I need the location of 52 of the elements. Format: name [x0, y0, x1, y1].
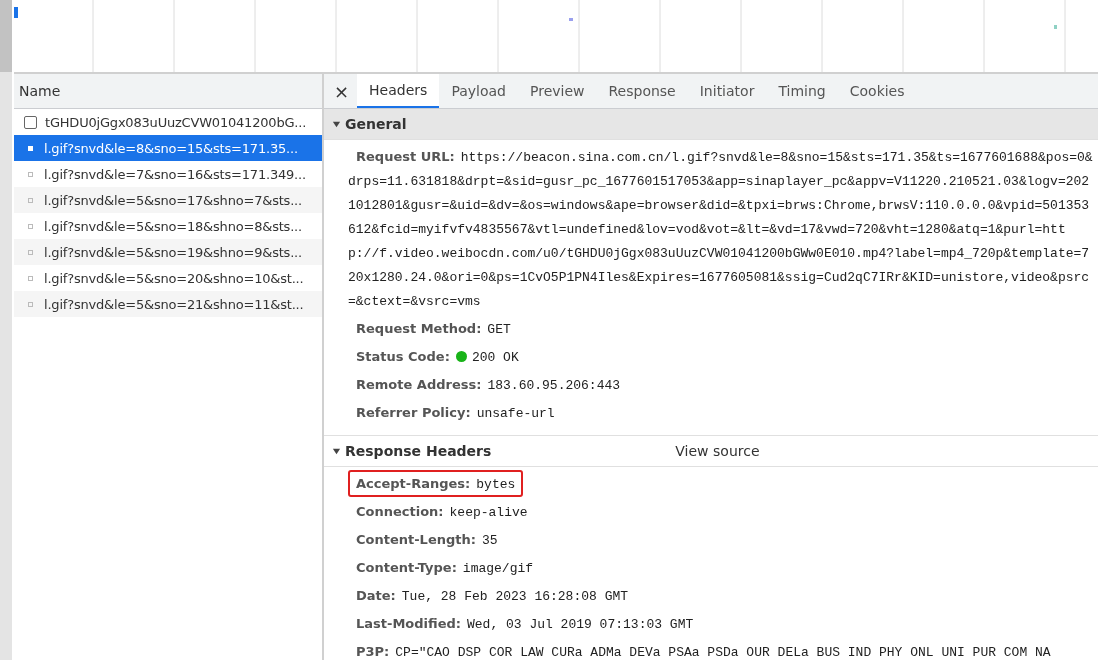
header-field: Accept-Ranges: bytes [348, 470, 524, 497]
header-field: Referrer Policy: unsafe-url [348, 399, 563, 426]
header-field: Request Method: GET [348, 315, 519, 342]
request-name: l.gif?snvd&le=5&sno=20&shno=10&st... [44, 270, 304, 286]
image-icon [28, 171, 33, 177]
image-icon [28, 223, 33, 229]
request-row[interactable]: l.gif?snvd&le=5&sno=19&shno=9&sts... [14, 239, 322, 265]
header-name: Status Code: [356, 349, 450, 364]
image-icon [28, 301, 33, 307]
tab[interactable]: Payload [439, 74, 518, 108]
section-title: General [345, 116, 407, 132]
request-name: l.gif?snvd&le=5&sno=19&shno=9&sts... [44, 244, 302, 260]
request-name: l.gif?snvd&le=8&sno=15&sts=171.35... [44, 140, 298, 156]
request-row[interactable]: l.gif?snvd&le=5&sno=17&shno=7&sts... [14, 187, 322, 213]
header-field: Content-Length: 35 [348, 526, 506, 553]
image-icon [28, 249, 33, 255]
tab[interactable]: Cookies [837, 74, 917, 108]
name-column-header[interactable]: Name [14, 74, 322, 109]
scrollbar[interactable] [0, 0, 14, 660]
request-name: l.gif?snvd&le=7&sno=16&sts=171.349... [44, 166, 306, 182]
header-field: Request URL: https://beacon.sina.com.cn/l.gif?snvd&le=8&sno=15&sts=171.35&ts=1677601688&pos=0&drps=11.631818&drpt=&sid=gusr_pc_1677601517053&app=sinaplayer_pc&appv=V11220.210521.03&logv=2021012801&gusr=&uid=&dv=&os=windows&ape=browser&did=&tpxi=brws:Chrome,brwsV:110.0.0.0&vpid=501353612&fcid=myifvfv4835567&vtl=undefined&lov=vod&vot=&lt=&vd=17&vwd=720&vht=1280&atq=1&purl=http://f.video.weibocdn.com/u0/tGHDU0jGgx083uUuzCVW01041200bGWw0E010.mp4?label=mp4_720p&template=720x1280.24.0&ori=0&ps=1CvO5P1PN4Iles&Expires=1677605081&ssig=Cud2qC7IRr&KID=unistore,video&psrc=&ctext=&vsrc=vms [348, 143, 1093, 314]
request-row[interactable]: l.gif?snvd&le=8&sno=15&sts=171.35... [14, 135, 322, 161]
header-field: Content-Type: image/gif [348, 554, 542, 581]
header-field: Last-Modified: Wed, 03 Jul 2019 07:13:03 GMT [348, 610, 702, 637]
view-source-link[interactable]: View source [675, 443, 760, 459]
image-icon [28, 197, 33, 203]
request-name: l.gif?snvd&le=5&sno=18&shno=8&sts... [44, 218, 302, 234]
section-header[interactable]: General [324, 109, 1098, 140]
tab[interactable]: Preview [518, 74, 597, 108]
request-row[interactable]: l.gif?snvd&le=5&sno=20&shno=10&st... [14, 265, 322, 291]
image-icon [28, 145, 33, 151]
request-row[interactable]: tGHDU0jGgx083uUuzCVW01041200bG... [14, 109, 322, 135]
section-header[interactable]: Response Headers View source [324, 436, 1098, 467]
request-row[interactable]: l.gif?snvd&le=5&sno=18&shno=8&sts... [14, 213, 322, 239]
tab[interactable]: Initiator [687, 74, 767, 108]
section-title: Response Headers [345, 443, 492, 459]
header-field: Date: Tue, 28 Feb 2023 16:28:08 GMT [348, 582, 637, 609]
request-name: l.gif?snvd&le=5&sno=21&shno=11&st... [44, 296, 304, 312]
request-row[interactable]: l.gif?snvd&le=5&sno=21&shno=11&st... [14, 291, 322, 317]
document-icon [24, 115, 37, 129]
tab[interactable]: Response [596, 74, 688, 108]
header-value: 200 OK [471, 350, 519, 365]
request-name: tGHDU0jGgx083uUuzCVW01041200bG... [45, 114, 307, 130]
image-icon [28, 275, 33, 281]
header-field: Remote Address: 183.60.95.206:443 [348, 371, 629, 398]
request-name: l.gif?snvd&le=5&sno=17&shno=7&sts... [44, 192, 302, 208]
close-button[interactable]: × [324, 74, 358, 108]
tab[interactable]: Timing [766, 74, 838, 108]
tab[interactable]: Headers [357, 74, 440, 108]
header-field: P3P: CP="CAO DSP COR LAW CURa ADMa DEVa PSAa PSDa OUR DELa BUS IND PHY ONL UNI PUR COM NA [348, 638, 1059, 660]
header-field: Connection: keep-alive [348, 498, 536, 525]
request-row[interactable]: l.gif?snvd&le=7&sno=16&sts=171.349... [14, 161, 322, 187]
